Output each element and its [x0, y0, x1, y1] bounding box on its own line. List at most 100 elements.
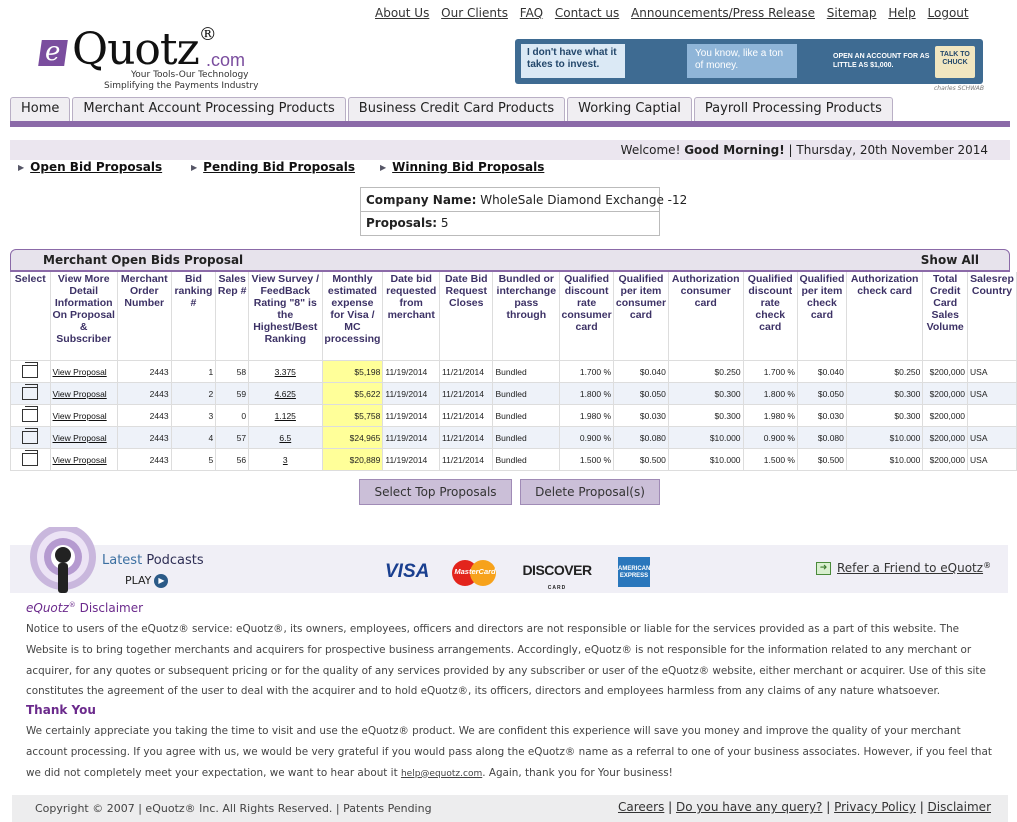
our-clients-link[interactable]: Our Clients — [441, 6, 508, 20]
about-us-link[interactable]: About Us — [375, 6, 429, 20]
help-email-link[interactable]: help@equotz.com — [401, 769, 482, 779]
view-proposal-link[interactable]: View Proposal — [53, 367, 107, 377]
table-cell — [967, 404, 1017, 427]
tab-working-capital[interactable]: Working Captial — [567, 97, 692, 121]
table-cell: $10.000 — [667, 426, 744, 449]
survey-rating-link[interactable]: 1.125 — [275, 411, 296, 421]
table-cell: 2443 — [116, 426, 172, 449]
survey-rating-link[interactable]: 4.625 — [275, 389, 296, 399]
table-cell: $5,622 — [321, 382, 384, 405]
proposals-label: Proposals: — [366, 216, 438, 230]
schwab-banner-ad[interactable]: I don't have what it takes to invest. Yo… — [515, 39, 983, 84]
table-cell: $0.300 — [845, 382, 924, 405]
logout-link[interactable]: Logout — [928, 6, 969, 20]
view-proposal-link[interactable]: View Proposal — [53, 411, 107, 421]
disclaimer-link[interactable]: Disclaimer — [928, 800, 991, 814]
table-cell: 1.980 % — [742, 404, 798, 427]
view-proposal-link[interactable]: View Proposal — [53, 455, 107, 465]
logo-e: e — [45, 37, 61, 67]
view-proposal-cell: View Proposal — [49, 382, 118, 405]
mastercard-label: MasterCard — [454, 567, 496, 576]
announcements-link[interactable]: Announcements/Press Release — [631, 6, 815, 20]
survey-rating-cell: 6.5 — [248, 426, 323, 449]
podcast-play-button[interactable]: PLAY ▶ — [125, 574, 169, 588]
tab-business-credit-card[interactable]: Business Credit Card Products — [347, 97, 566, 121]
help-link[interactable]: Help — [888, 6, 915, 20]
table-cell: 59 — [215, 382, 250, 405]
refer-a-friend-link[interactable]: Refer a Friend to eQuotz — [837, 561, 983, 575]
table-cell: 1 — [170, 360, 217, 383]
table-cell: $0.050 — [613, 382, 669, 405]
select-top-proposals-button[interactable]: Select Top Proposals — [359, 479, 512, 505]
table-cell: $200,000 — [922, 404, 969, 427]
select-cell — [10, 426, 51, 449]
refer-a-friend: ➜ Refer a Friend to eQuotz® — [816, 561, 991, 575]
table-cell: 11/21/2014 — [439, 360, 494, 383]
view-proposal-cell: View Proposal — [49, 448, 118, 471]
table-cell: USA — [967, 382, 1017, 405]
column-header: Authorization check card — [845, 272, 924, 361]
logo-wordmark: Quotz® — [72, 24, 217, 75]
refer-arrow-icon: ➜ — [816, 562, 831, 575]
table-cell: Bundled — [492, 426, 561, 449]
select-checkbox-icon[interactable] — [22, 362, 39, 378]
tab-merchant-account[interactable]: Merchant Account Processing Products — [72, 97, 346, 121]
view-proposal-link[interactable]: View Proposal — [53, 433, 107, 443]
column-header: Qualified discount rate check card — [742, 272, 798, 361]
open-bid-item: ▶ Open Bid Proposals — [18, 160, 162, 174]
column-header: Monthly estimated expense for Visa / MC … — [321, 272, 384, 361]
latest-podcasts-label[interactable]: Latest Podcasts — [102, 553, 204, 568]
podcast-microphone-icon[interactable] — [28, 527, 98, 597]
logo-tagline-1: Your Tools-Our Technology — [131, 70, 249, 80]
equotz-logo[interactable]: e Quotz® .com Your Tools-Our Technology … — [36, 24, 266, 92]
column-header: Qualified discount rate consumer card — [559, 272, 615, 361]
show-all-link[interactable]: Show All — [921, 253, 979, 267]
select-checkbox-icon[interactable] — [22, 428, 39, 444]
view-proposal-cell: View Proposal — [49, 404, 118, 427]
refer-reg-mark: ® — [983, 561, 992, 570]
banner-cta[interactable]: TALK TO CHUCK — [935, 46, 975, 78]
table-cell: USA — [967, 360, 1017, 383]
refer-link-text: Refer a Friend to eQuotz — [837, 561, 984, 575]
thank-you-text: We certainly appreciate you taking the t… — [26, 721, 998, 784]
table-title-bar: Merchant Open Bids Proposal Show All — [10, 249, 1010, 272]
contact-us-link[interactable]: Contact us — [555, 6, 619, 20]
table-cell: 11/21/2014 — [439, 426, 494, 449]
privacy-policy-link[interactable]: Privacy Policy — [834, 800, 916, 814]
pending-bid-proposals-link[interactable]: Pending Bid Proposals — [203, 160, 355, 174]
disclaimer-title-text: Disclaimer — [75, 601, 144, 615]
delete-proposals-button[interactable]: Delete Proposal(s) — [520, 479, 660, 505]
open-bid-proposals-link[interactable]: Open Bid Proposals — [30, 160, 162, 174]
tab-payroll[interactable]: Payroll Processing Products — [693, 97, 893, 121]
proposals-row: Proposals: 5 — [366, 216, 449, 230]
table-cell: $20,889 — [321, 448, 384, 471]
select-checkbox-icon[interactable] — [22, 384, 39, 400]
survey-rating-link[interactable]: 3 — [283, 455, 288, 465]
table-cell: 4 — [170, 426, 217, 449]
tab-home[interactable]: Home — [10, 97, 71, 121]
query-link[interactable]: Do you have any query? — [676, 800, 822, 814]
table-cell: 1.500 % — [742, 448, 798, 471]
column-header: Salesrep Country — [967, 272, 1017, 361]
column-header: Date Bid Request Closes — [439, 272, 494, 361]
view-proposal-link[interactable]: View Proposal — [53, 389, 107, 399]
survey-rating-link[interactable]: 3.375 — [275, 367, 296, 377]
table-cell: $24,965 — [321, 426, 384, 449]
thank-you-end: . Again, thank you for Your business! — [482, 766, 673, 779]
table-cell: $10.000 — [667, 448, 744, 471]
survey-rating-cell: 3.375 — [248, 360, 323, 383]
winning-bid-proposals-link[interactable]: Winning Bid Proposals — [392, 160, 544, 174]
select-checkbox-icon[interactable] — [22, 450, 39, 466]
survey-rating-link[interactable]: 6.5 — [279, 433, 291, 443]
faq-link[interactable]: FAQ — [520, 6, 543, 20]
table-cell: Bundled — [492, 448, 561, 471]
careers-link[interactable]: Careers — [618, 800, 664, 814]
discover-sub-label: CARD — [547, 585, 567, 591]
table-cell: $5,758 — [321, 404, 384, 427]
banner-message-3: OPEN AN ACCOUNT FOR AS LITTLE AS $1,000. — [833, 53, 930, 69]
table-cell: $10.000 — [845, 448, 924, 471]
sitemap-link[interactable]: Sitemap — [827, 6, 877, 20]
table-cell: 1.500 % — [559, 448, 615, 471]
select-checkbox-icon[interactable] — [22, 406, 39, 422]
column-header: Merchant Order Number — [116, 272, 172, 361]
